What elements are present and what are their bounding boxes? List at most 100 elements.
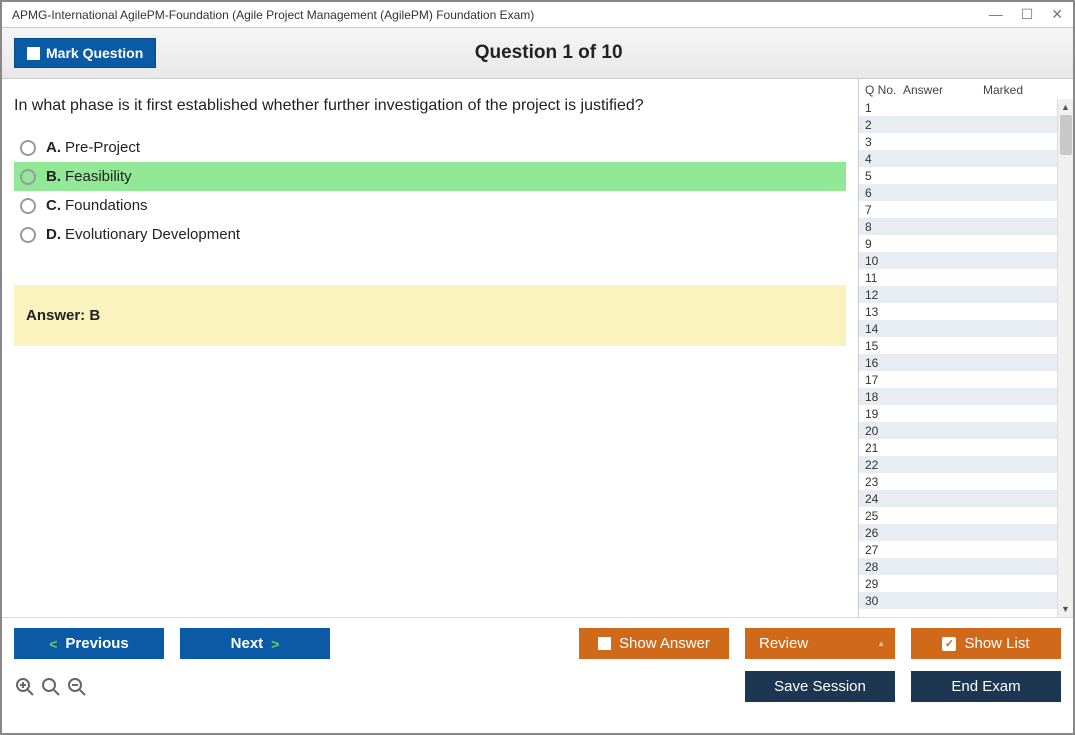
option-letter: C. <box>46 197 61 214</box>
option-letter: D. <box>46 226 61 243</box>
main-area: In what phase is it first established wh… <box>2 79 1073 617</box>
footer-row-primary: < Previous Next > Show Answer Review ▲ ✓… <box>14 628 1061 659</box>
chevron-right-icon: > <box>271 636 279 652</box>
list-item[interactable]: 24 <box>859 490 1073 507</box>
list-item-qno: 20 <box>865 424 903 438</box>
zoom-in-icon[interactable] <box>14 676 36 698</box>
list-item-qno: 2 <box>865 118 903 132</box>
col-header-qno: Q No. <box>865 83 903 97</box>
list-item-qno: 25 <box>865 509 903 523</box>
zoom-out-icon[interactable] <box>66 676 88 698</box>
list-item[interactable]: 22 <box>859 456 1073 473</box>
review-button[interactable]: Review ▲ <box>745 628 895 659</box>
list-item-qno: 16 <box>865 356 903 370</box>
list-item-qno: 15 <box>865 339 903 353</box>
list-item[interactable]: 21 <box>859 439 1073 456</box>
list-item[interactable]: 3 <box>859 133 1073 150</box>
answer-box: Answer: B <box>14 285 846 346</box>
list-item[interactable]: 20 <box>859 422 1073 439</box>
show-list-button[interactable]: ✓ Show List <box>911 628 1061 659</box>
list-item[interactable]: 11 <box>859 269 1073 286</box>
previous-button[interactable]: < Previous <box>14 628 164 659</box>
list-item-qno: 7 <box>865 203 903 217</box>
scroll-up-icon[interactable]: ▲ <box>1058 99 1073 115</box>
option-row[interactable]: C. Foundations <box>14 191 846 220</box>
show-answer-label: Show Answer <box>619 635 710 652</box>
list-item-qno: 1 <box>865 101 903 115</box>
list-item[interactable]: 13 <box>859 303 1073 320</box>
maximize-icon[interactable]: ☐ <box>1021 6 1034 23</box>
list-item-qno: 9 <box>865 237 903 251</box>
option-letter: A. <box>46 139 61 156</box>
question-list-header: Q No. Answer Marked <box>859 79 1073 99</box>
minimize-icon[interactable]: — <box>989 6 1003 23</box>
list-item[interactable]: 16 <box>859 354 1073 371</box>
options-list: A. Pre-ProjectB. FeasibilityC. Foundatio… <box>14 133 846 249</box>
window-title: APMG-International AgilePM-Foundation (A… <box>12 8 534 22</box>
list-item-qno: 30 <box>865 594 903 608</box>
option-row[interactable]: A. Pre-Project <box>14 133 846 162</box>
next-button[interactable]: Next > <box>180 628 330 659</box>
mark-question-label: Mark Question <box>46 45 143 61</box>
scroll-down-icon[interactable]: ▼ <box>1058 601 1073 617</box>
list-item[interactable]: 26 <box>859 524 1073 541</box>
list-item[interactable]: 7 <box>859 201 1073 218</box>
list-item[interactable]: 9 <box>859 235 1073 252</box>
radio-icon[interactable] <box>20 198 36 214</box>
footer-row-secondary: Save Session End Exam <box>14 671 1061 702</box>
list-item[interactable]: 5 <box>859 167 1073 184</box>
question-panel: In what phase is it first established wh… <box>2 79 858 617</box>
list-item[interactable]: 27 <box>859 541 1073 558</box>
list-item[interactable]: 10 <box>859 252 1073 269</box>
list-item[interactable]: 1 <box>859 99 1073 116</box>
list-item[interactable]: 14 <box>859 320 1073 337</box>
mark-question-button[interactable]: Mark Question <box>14 38 156 68</box>
list-item[interactable]: 6 <box>859 184 1073 201</box>
list-item-qno: 11 <box>865 271 903 285</box>
show-answer-button[interactable]: Show Answer <box>579 628 729 659</box>
list-item[interactable]: 25 <box>859 507 1073 524</box>
end-exam-button[interactable]: End Exam <box>911 671 1061 702</box>
radio-icon[interactable] <box>20 140 36 156</box>
list-item[interactable]: 15 <box>859 337 1073 354</box>
zoom-reset-icon[interactable] <box>40 676 62 698</box>
option-row[interactable]: D. Evolutionary Development <box>14 220 846 249</box>
list-item-qno: 21 <box>865 441 903 455</box>
question-text: In what phase is it first established wh… <box>14 97 846 115</box>
scrollbar[interactable]: ▲ ▼ <box>1057 99 1073 617</box>
list-item-qno: 26 <box>865 526 903 540</box>
list-item-qno: 22 <box>865 458 903 472</box>
option-text: Feasibility <box>65 168 132 185</box>
list-item[interactable]: 8 <box>859 218 1073 235</box>
list-item[interactable]: 17 <box>859 371 1073 388</box>
close-icon[interactable]: ✕ <box>1051 6 1063 23</box>
list-item[interactable]: 4 <box>859 150 1073 167</box>
list-item-qno: 13 <box>865 305 903 319</box>
list-item[interactable]: 28 <box>859 558 1073 575</box>
list-item[interactable]: 18 <box>859 388 1073 405</box>
list-item[interactable]: 19 <box>859 405 1073 422</box>
list-item[interactable]: 23 <box>859 473 1073 490</box>
question-list-panel: Q No. Answer Marked 12345678910111213141… <box>858 79 1073 617</box>
list-item[interactable]: 12 <box>859 286 1073 303</box>
list-item-qno: 14 <box>865 322 903 336</box>
window-titlebar: APMG-International AgilePM-Foundation (A… <box>2 2 1073 27</box>
check-icon: ✓ <box>942 637 956 651</box>
chevron-left-icon: < <box>49 636 57 652</box>
review-label: Review <box>759 635 808 652</box>
radio-icon[interactable] <box>20 169 36 185</box>
list-item[interactable]: 2 <box>859 116 1073 133</box>
list-item[interactable]: 30 <box>859 592 1073 609</box>
scroll-thumb[interactable] <box>1060 115 1072 155</box>
list-item-qno: 24 <box>865 492 903 506</box>
save-session-button[interactable]: Save Session <box>745 671 895 702</box>
question-list-wrap: 1234567891011121314151617181920212223242… <box>859 99 1073 617</box>
list-item-qno: 17 <box>865 373 903 387</box>
list-item-qno: 27 <box>865 543 903 557</box>
radio-icon[interactable] <box>20 227 36 243</box>
checkbox-icon <box>27 47 40 60</box>
list-item-qno: 29 <box>865 577 903 591</box>
list-item[interactable]: 29 <box>859 575 1073 592</box>
question-list[interactable]: 1234567891011121314151617181920212223242… <box>859 99 1073 617</box>
option-row[interactable]: B. Feasibility <box>14 162 846 191</box>
